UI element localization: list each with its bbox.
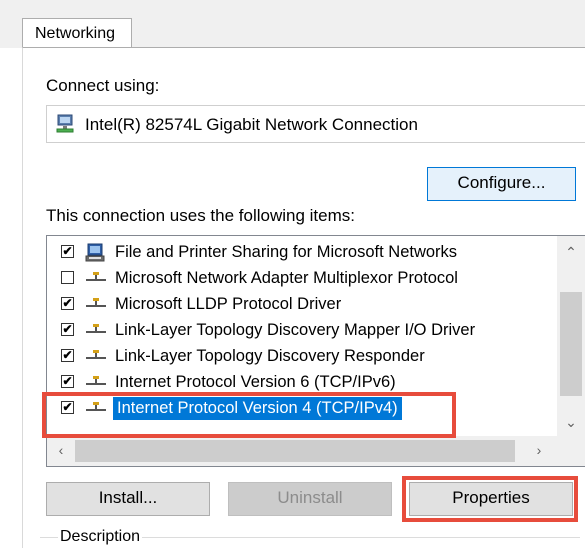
connect-using-label: Connect using: bbox=[46, 76, 160, 95]
network-protocol-icon bbox=[85, 399, 107, 417]
item-label: Internet Protocol Version 4 (TCP/IPv4) bbox=[112, 396, 403, 421]
network-protocol-icon bbox=[85, 321, 107, 339]
item-label: Link-Layer Topology Discovery Responder bbox=[115, 347, 425, 365]
checkbox[interactable]: ✔ bbox=[61, 297, 74, 310]
checkbox[interactable]: ✔ bbox=[61, 323, 74, 336]
item-label: Microsoft Network Adapter Multiplexor Pr… bbox=[115, 269, 458, 287]
network-protocol-icon bbox=[85, 295, 107, 313]
adapter-field: Intel(R) 82574L Gigabit Network Connecti… bbox=[46, 105, 585, 143]
horizontal-scroll-thumb[interactable] bbox=[75, 440, 515, 462]
checkbox[interactable]: ✔ bbox=[61, 401, 74, 414]
list-item[interactable]: Microsoft Network Adapter Multiplexor Pr… bbox=[47, 266, 567, 292]
network-protocol-icon bbox=[85, 269, 107, 287]
checkbox[interactable]: ✔ bbox=[61, 349, 74, 362]
network-adapter-icon bbox=[55, 114, 77, 139]
configure-button[interactable]: Configure... bbox=[427, 167, 576, 201]
file-printer-sharing-icon bbox=[85, 243, 107, 262]
list-item[interactable]: ✔ Microsoft LLDP Protocol Driver bbox=[47, 292, 567, 318]
items-list[interactable]: ✔ File and Printer Sharing for Microsoft… bbox=[46, 235, 585, 467]
items-label: This connection uses the following items… bbox=[46, 206, 355, 225]
checkbox[interactable]: ✔ bbox=[61, 375, 74, 388]
scroll-up-icon[interactable]: ⌃ bbox=[557, 244, 585, 261]
tab-networking[interactable]: Networking bbox=[22, 18, 132, 48]
vertical-scroll-thumb[interactable] bbox=[560, 292, 582, 396]
item-label: Internet Protocol Version 6 (TCP/IPv6) bbox=[115, 373, 396, 391]
adapter-name: Intel(R) 82574L Gigabit Network Connecti… bbox=[85, 115, 418, 134]
checkbox[interactable]: ✔ bbox=[61, 245, 74, 258]
list-item[interactable]: ✔ Link-Layer Topology Discovery Mapper I… bbox=[47, 318, 567, 344]
scroll-down-icon[interactable]: ⌄ bbox=[557, 414, 585, 431]
network-protocol-icon bbox=[85, 373, 107, 391]
list-item[interactable]: ✔ Internet Protocol Version 6 (TCP/IPv6) bbox=[47, 370, 567, 396]
scroll-left-icon[interactable]: ‹ bbox=[47, 442, 75, 458]
uninstall-button: Uninstall bbox=[228, 482, 392, 516]
item-label: File and Printer Sharing for Microsoft N… bbox=[115, 243, 458, 261]
item-label: Link-Layer Topology Discovery Mapper I/O… bbox=[115, 321, 476, 339]
network-protocol-icon bbox=[85, 347, 107, 365]
horizontal-scrollbar[interactable]: ‹ › bbox=[47, 436, 585, 466]
scroll-corner bbox=[557, 436, 585, 466]
scroll-right-icon[interactable]: › bbox=[525, 442, 553, 458]
vertical-scrollbar[interactable]: ⌃ ⌄ bbox=[557, 236, 585, 436]
checkbox[interactable] bbox=[61, 271, 74, 284]
list-item[interactable]: ✔ Link-Layer Topology Discovery Responde… bbox=[47, 344, 567, 370]
properties-button[interactable]: Properties bbox=[409, 482, 573, 516]
install-button[interactable]: Install... bbox=[46, 482, 210, 516]
list-item[interactable]: ✔ File and Printer Sharing for Microsoft… bbox=[47, 240, 567, 266]
list-item-selected[interactable]: ✔ Internet Protocol Version 4 (TCP/IPv4) bbox=[47, 396, 567, 422]
description-label: Description bbox=[58, 528, 143, 546]
item-label: Microsoft LLDP Protocol Driver bbox=[115, 295, 342, 313]
